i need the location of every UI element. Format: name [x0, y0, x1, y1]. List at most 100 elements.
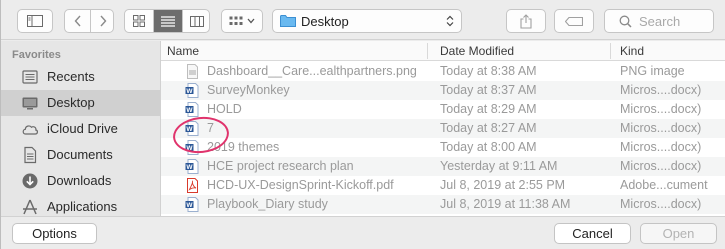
file-name: HCE project research plan — [207, 159, 354, 173]
download-icon — [22, 173, 38, 189]
sidebar: Favorites Recents Desktop iCloud Drive D… — [1, 41, 161, 216]
forward-button[interactable] — [91, 10, 114, 32]
file-date: Today at 8:37 AM — [440, 83, 537, 97]
file-row[interactable]: W HOLD Today at 8:29 AM Micros....docx) — [161, 100, 725, 119]
sidebar-item-label: Applications — [47, 199, 118, 214]
column-header-kind[interactable]: Kind — [620, 44, 644, 58]
file-date: Today at 8:00 AM — [440, 140, 537, 154]
file-row[interactable]: W SurveyMonkey Today at 8:37 AM Micros..… — [161, 81, 725, 100]
sidebar-item-applications[interactable]: Applications — [1, 194, 160, 216]
file-list: Name Date Modified Kind Dashboard__Care.… — [161, 41, 725, 216]
search-icon — [619, 15, 632, 28]
word-file-icon: W — [185, 83, 199, 98]
file-name: Dashboard__Care...ealthpartners.png — [207, 64, 417, 78]
file-name: HOLD — [207, 102, 242, 116]
list-view-button[interactable] — [154, 10, 182, 32]
folder-icon — [280, 15, 296, 27]
sidebar-toggle-icon — [27, 15, 43, 27]
file-row[interactable]: Dashboard__Care...ealthpartners.png Toda… — [161, 62, 725, 81]
back-button[interactable] — [65, 10, 90, 32]
open-button[interactable]: Open — [640, 223, 717, 244]
desktop-icon — [22, 97, 38, 110]
documents-icon — [24, 146, 37, 164]
view-segment — [124, 9, 210, 33]
word-file-icon: W — [185, 197, 199, 212]
sidebar-item-downloads[interactable]: Downloads — [1, 168, 160, 194]
column-header-date-modified[interactable]: Date Modified — [440, 44, 514, 58]
nav-segment — [64, 9, 114, 33]
file-dialog: Desktop Search Favorites Recents Desktop… — [0, 0, 725, 249]
toolbar: Desktop Search — [1, 0, 725, 40]
file-list-header: Name Date Modified Kind — [161, 41, 725, 61]
file-kind: Micros....docx) — [620, 121, 702, 135]
file-date: Jul 8, 2019 at 11:38 AM — [440, 197, 571, 211]
file-kind: Micros....docx) — [620, 197, 702, 211]
sidebar-item-recents[interactable]: Recents — [1, 64, 160, 90]
svg-text:W: W — [186, 164, 193, 171]
list-view-icon — [161, 15, 175, 27]
icon-view-icon — [133, 15, 145, 27]
share-button[interactable] — [506, 9, 546, 33]
word-file-icon: W — [185, 102, 199, 117]
file-kind: PNG image — [620, 64, 685, 78]
file-name: 7 — [207, 121, 214, 135]
file-row[interactable]: HCD-UX-DesignSprint-Kickoff.pdf Jul 8, 2… — [161, 176, 725, 195]
file-row[interactable]: W 2019 themes Today at 8:00 AM Micros...… — [161, 138, 725, 157]
file-name: 2019 themes — [207, 140, 280, 154]
chevron-down-icon — [247, 18, 255, 24]
file-row[interactable]: W HCE project research plan Yesterday at… — [161, 157, 725, 176]
file-date: Jul 8, 2019 at 2:55 PM — [440, 178, 566, 192]
column-header-name[interactable]: Name — [167, 44, 199, 58]
svg-text:W: W — [186, 88, 193, 95]
file-kind: Micros....docx) — [620, 102, 702, 116]
pdf-file-icon — [187, 178, 198, 193]
file-kind: Adobe...cument — [620, 178, 708, 192]
file-name: Playbook_Diary study — [207, 197, 328, 211]
file-name: HCD-UX-DesignSprint-Kickoff.pdf — [207, 178, 394, 192]
search-placeholder: Search — [639, 14, 681, 29]
sidebar-item-icloud-drive[interactable]: iCloud Drive — [1, 116, 160, 142]
sidebar-item-label: Downloads — [47, 173, 112, 188]
clock-icon — [22, 70, 38, 84]
file-row[interactable]: W Playbook_Diary study Jul 8, 2019 at 11… — [161, 195, 725, 214]
image-file-icon — [187, 64, 198, 79]
word-file-icon: W — [185, 159, 199, 174]
svg-text:W: W — [186, 107, 193, 114]
sidebar-heading: Favorites — [12, 49, 61, 61]
options-button[interactable]: Options — [12, 223, 97, 244]
cancel-button[interactable]: Cancel — [554, 223, 631, 244]
sidebar-item-label: Desktop — [47, 95, 95, 110]
gallery-view-button[interactable] — [221, 9, 263, 33]
file-kind: Micros....docx) — [620, 159, 702, 173]
sidebar-item-desktop[interactable]: Desktop — [1, 90, 160, 116]
file-date: Today at 8:38 AM — [440, 64, 537, 78]
back-icon — [74, 15, 81, 27]
file-date: Today at 8:29 AM — [440, 102, 537, 116]
gallery-view-icon — [229, 16, 243, 25]
sidebar-item-label: Recents — [47, 69, 95, 84]
column-view-button[interactable] — [183, 10, 209, 32]
updown-chevron-icon — [446, 15, 454, 27]
file-date: Yesterday at 9:11 AM — [440, 159, 558, 173]
file-date: Today at 8:27 AM — [440, 121, 537, 135]
file-name: SurveyMonkey — [207, 83, 290, 97]
applications-icon — [23, 199, 37, 215]
file-row[interactable]: W 7 Today at 8:27 AM Micros....docx) — [161, 119, 725, 138]
file-kind: Micros....docx) — [620, 140, 702, 154]
dialog-footer: Options Cancel Open — [1, 216, 725, 249]
sidebar-item-label: Documents — [47, 147, 113, 162]
file-kind: Micros....docx) — [620, 83, 702, 97]
search-field[interactable]: Search — [604, 9, 714, 33]
sidebar-item-documents[interactable]: Documents — [1, 142, 160, 168]
tag-button[interactable] — [554, 9, 594, 33]
location-label: Desktop — [301, 14, 349, 29]
sidebar-item-label: iCloud Drive — [47, 121, 118, 136]
cloud-icon — [22, 125, 38, 135]
sidebar-toggle-button[interactable] — [17, 9, 53, 33]
icon-view-button[interactable] — [125, 10, 153, 32]
tag-icon — [565, 16, 583, 26]
svg-text:W: W — [186, 202, 193, 209]
share-icon — [520, 13, 532, 29]
location-popup[interactable]: Desktop — [272, 9, 462, 33]
column-view-icon — [190, 15, 204, 27]
